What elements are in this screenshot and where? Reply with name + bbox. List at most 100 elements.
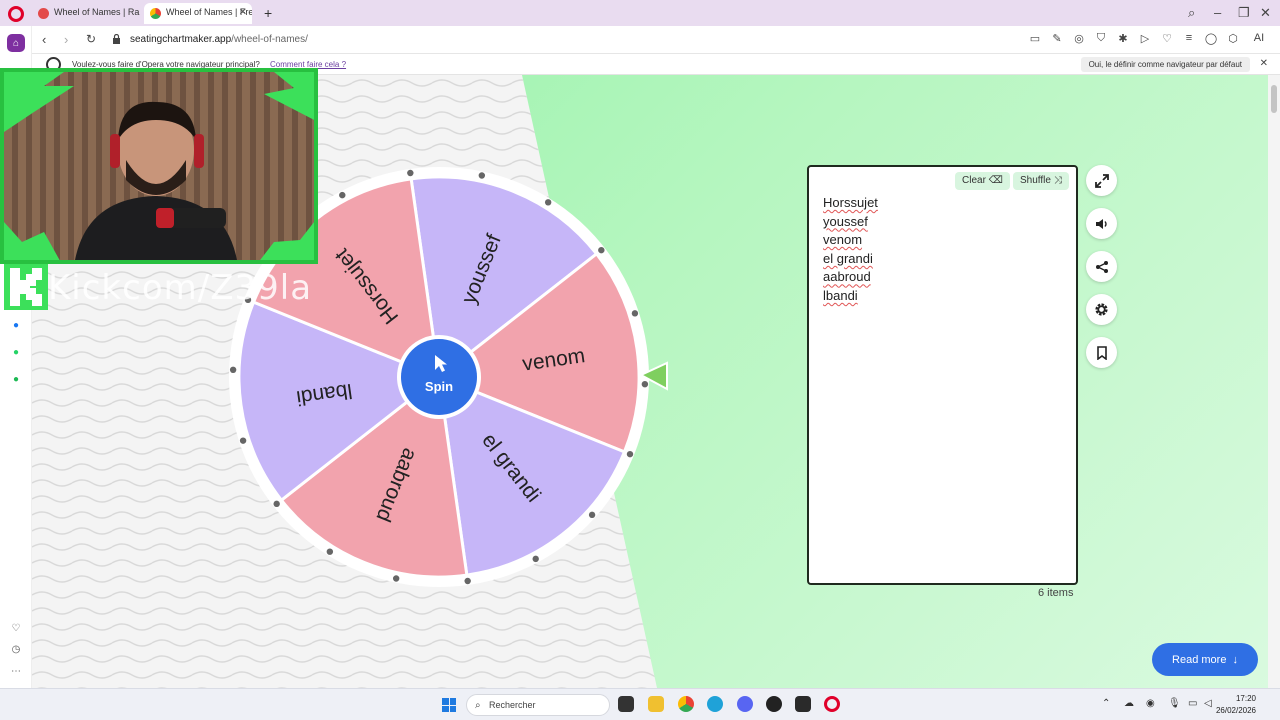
opera-taskbar-icon[interactable] xyxy=(824,696,840,712)
search-icon: ⌕ xyxy=(475,700,481,711)
tab-label: Wheel of Names | Random xyxy=(54,7,140,17)
favorites-icon[interactable]: ♡ xyxy=(7,619,25,637)
url-path: /wheel-of-names/ xyxy=(231,34,308,45)
settings-icon xyxy=(1095,303,1108,316)
scrollbar-thumb[interactable] xyxy=(1271,85,1277,113)
fullscreen-button[interactable] xyxy=(1086,165,1117,196)
forward-icon[interactable]: › xyxy=(64,32,68,47)
green-frame-decoration xyxy=(4,72,314,260)
close-infobar-icon[interactable]: ✕ xyxy=(1260,58,1268,69)
bookmark-icon xyxy=(1096,345,1107,360)
entry-line: Horssujet xyxy=(823,195,878,210)
reader-icon[interactable]: ▭ xyxy=(1028,32,1042,45)
tray-overflow-icon[interactable]: ⌃ xyxy=(1102,698,1110,709)
close-window-icon[interactable]: ✕ xyxy=(1260,5,1271,21)
camera-icon[interactable]: ◎ xyxy=(1072,32,1086,45)
opera-logo-icon[interactable] xyxy=(8,6,24,22)
close-tab-icon[interactable]: ✕ xyxy=(239,7,247,18)
menu-icon[interactable]: ≡ xyxy=(1182,32,1196,45)
settings-button[interactable] xyxy=(1086,294,1117,325)
steam-icon[interactable] xyxy=(766,696,782,712)
spin-button[interactable] xyxy=(401,339,477,415)
wheel-peg xyxy=(229,366,237,374)
cube-icon[interactable]: ⬡ xyxy=(1226,32,1240,45)
whatsapp-icon[interactable]: ● xyxy=(7,343,25,361)
file-explorer-icon[interactable] xyxy=(648,696,664,712)
minimize-icon[interactable]: – xyxy=(1214,5,1221,20)
entry-line: lbandi xyxy=(823,287,858,303)
entries-panel: Clear ⌫ Shuffle ⤨ Horssujet youssef veno… xyxy=(807,165,1078,585)
maximize-icon[interactable]: ❐ xyxy=(1238,5,1250,21)
clear-label: Clear xyxy=(962,175,986,186)
spin-label: Spin xyxy=(425,379,453,394)
ai-button[interactable]: AI xyxy=(1248,32,1270,45)
clock-date: 26/02/2026 xyxy=(1215,706,1256,715)
read-more-button[interactable]: Read more ↓ xyxy=(1152,643,1258,676)
task-view-icon[interactable] xyxy=(618,696,634,712)
entry-line: aabroud xyxy=(823,269,871,285)
wheel-peg xyxy=(392,575,400,582)
wheel-peg xyxy=(532,555,539,563)
windows-taskbar: ⌕ Rechercher ⌃ ☁ ◉ 🎙 ▭ ◁ 17:20 26/02/202… xyxy=(0,688,1280,720)
wheel-peg xyxy=(626,450,634,458)
kick-logo xyxy=(4,264,48,310)
search-placeholder: Rechercher xyxy=(489,700,536,710)
share-icon xyxy=(1095,260,1108,273)
chrome-icon[interactable] xyxy=(678,696,694,712)
shuffle-icon: ⤨ xyxy=(1053,175,1062,186)
address-bar: ‹ › ↻ seatingchartmaker.app/wheel-of-nam… xyxy=(32,26,1280,54)
history-icon[interactable]: ◷ xyxy=(7,640,25,658)
profile-icon[interactable]: ◯ xyxy=(1204,32,1218,45)
edit-icon[interactable]: ✎ xyxy=(1050,32,1064,45)
entries-textarea[interactable]: Horssujet youssef venom el grandi aabrou… xyxy=(823,194,878,306)
play-icon[interactable]: ▷ xyxy=(1138,32,1152,45)
volume-tray-icon[interactable]: ◁ xyxy=(1204,698,1212,709)
shuffle-button[interactable]: Shuffle ⤨ xyxy=(1013,172,1069,190)
clear-button[interactable]: Clear ⌫ xyxy=(955,172,1010,190)
messenger-icon[interactable]: ● xyxy=(7,316,25,334)
ai-label: AI xyxy=(1253,32,1265,44)
search-tabs-icon[interactable]: ⌕ xyxy=(1188,5,1195,21)
wheel-peg xyxy=(544,199,552,206)
network-icon[interactable]: ◉ xyxy=(1146,698,1155,709)
bookmark-button[interactable] xyxy=(1086,337,1117,368)
edge-icon[interactable] xyxy=(707,696,723,712)
windows-start-icon[interactable] xyxy=(442,698,456,712)
wheel-peg xyxy=(478,172,486,179)
browser-toolbar: ▭ ✎ ◎ ⛉ ✱ ▷ ♡ ≡ ◯ ⬡ AI xyxy=(1028,32,1270,45)
taskbar-clock[interactable]: 17:20 26/02/2026 xyxy=(1216,693,1256,717)
reload-icon[interactable]: ↻ xyxy=(86,32,96,46)
wheel-peg xyxy=(407,169,414,177)
entry-line: youssef xyxy=(823,213,868,229)
set-default-button[interactable]: Oui, le définir comme navigateur par déf… xyxy=(1080,57,1250,72)
url-field[interactable]: seatingchartmaker.app/wheel-of-names/ xyxy=(130,34,308,45)
extensions-icon[interactable]: ✱ xyxy=(1116,32,1130,45)
new-tab-icon[interactable]: + xyxy=(264,5,272,21)
discord-icon[interactable] xyxy=(737,696,753,712)
display-icon[interactable]: ▭ xyxy=(1188,698,1197,709)
more-icon[interactable]: ⋯ xyxy=(7,662,25,680)
sound-button[interactable] xyxy=(1086,208,1117,239)
page-scrollbar[interactable] xyxy=(1268,75,1280,688)
heart-icon[interactable]: ♡ xyxy=(1160,32,1174,45)
onedrive-icon[interactable]: ☁ xyxy=(1124,698,1134,709)
epic-games-icon[interactable] xyxy=(795,696,811,712)
arrow-down-icon: ↓ xyxy=(1232,653,1238,666)
back-icon[interactable]: ‹ xyxy=(42,32,46,47)
wheel-peg xyxy=(631,310,639,317)
taskbar-search[interactable]: ⌕ Rechercher xyxy=(466,694,610,716)
tab-favicon-icon xyxy=(150,8,161,19)
tab-wheel-of-names-free[interactable]: Wheel of Names | Free Ra ✕ xyxy=(144,3,252,24)
items-count: 6 items xyxy=(1038,587,1074,599)
shield-icon[interactable]: ⛉ xyxy=(1094,32,1108,45)
spotify-icon[interactable]: ● xyxy=(7,370,25,388)
entry-line: venom xyxy=(823,232,863,248)
url-host: seatingchartmaker.app xyxy=(130,34,232,45)
entry-line: el grandi xyxy=(823,250,873,266)
wheel-peg xyxy=(598,246,605,254)
tab-wheel-of-names-random[interactable]: Wheel of Names | Random xyxy=(32,3,140,24)
home-icon[interactable]: ⌂ xyxy=(7,34,25,52)
share-button[interactable] xyxy=(1086,251,1117,282)
kick-k-glyph xyxy=(10,268,42,306)
microphone-icon[interactable]: 🎙 xyxy=(1168,698,1181,709)
